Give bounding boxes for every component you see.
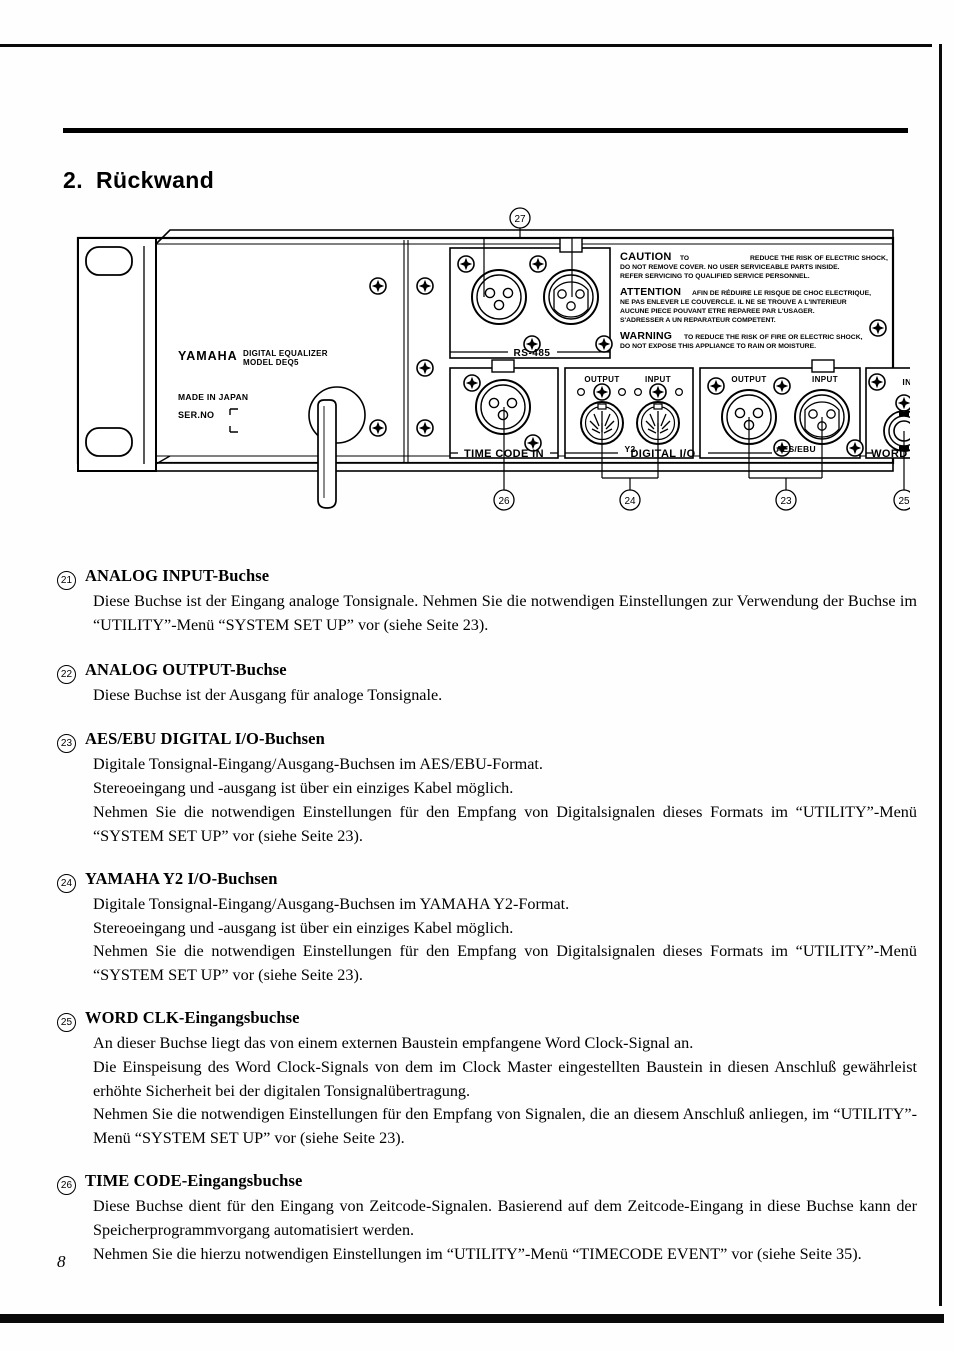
callout-badge: 23 bbox=[57, 734, 76, 754]
section-heading: 22 ANALOG OUTPUT-Buchse bbox=[57, 659, 917, 684]
section-analog-input: 21 ANALOG INPUT-Buchse Diese Buchse ist … bbox=[57, 566, 917, 638]
section-paragraph: Nehmen Sie die notwendigen Einstellungen… bbox=[93, 1105, 917, 1148]
section-heading: 23 AES/EBU DIGITAL I/O-Buchsen bbox=[57, 729, 917, 754]
section-time-code: 26 TIME CODE-Eingangsbuchse Diese Buchse… bbox=[57, 1171, 917, 1266]
section-paragraph: Diese Buchse ist der Eingang analoge Ton… bbox=[93, 592, 917, 634]
section-title: WORD CLK-Eingangsbuchse bbox=[85, 1007, 300, 1027]
y2-input-label: INPUT bbox=[645, 375, 671, 384]
section-paragraph: Diese Buchse dient für den Eingang von Z… bbox=[93, 1197, 917, 1239]
aes-output-label: OUTPUT bbox=[731, 375, 766, 384]
section-paragraph: Die Einspeisung des Word Clock-Signals v… bbox=[93, 1057, 917, 1100]
section-title: ANALOG OUTPUT-Buchse bbox=[85, 659, 287, 679]
y2-block: OUTPUT INPUT Y2 bbox=[564, 367, 694, 459]
callout-23-label: 23 bbox=[780, 496, 792, 507]
rear-panel-figure: YAMAHA DIGITAL EQUALIZER MODEL DEQ5 MADE… bbox=[60, 200, 910, 520]
made-in-text: MADE IN JAPAN bbox=[178, 392, 248, 402]
page-bottom-rule bbox=[0, 1314, 944, 1323]
page-title: 2. Rückwand bbox=[63, 167, 214, 194]
callout-badge: 26 bbox=[57, 1176, 76, 1195]
section-title: ANALOG INPUT-Buchse bbox=[85, 566, 270, 585]
digital-io-label: DIGITAL I/O bbox=[630, 448, 695, 460]
aes-input-label: INPUT bbox=[812, 375, 838, 384]
callout-25-label: 25 bbox=[898, 496, 910, 507]
section-body: An dieser Buchse liegt das von einem ext… bbox=[93, 1032, 917, 1151]
rs485-block: RS-485 bbox=[449, 237, 613, 359]
section-list: 21 ANALOG INPUT-Buchse Diese Buchse ist … bbox=[57, 566, 917, 1282]
section-paragraph: Diese Buchse ist der Ausgang für analoge… bbox=[93, 685, 443, 704]
section-yamaha-y2: 24 YAMAHA Y2 I/O-Buchsen Digitale Tonsig… bbox=[57, 869, 917, 988]
section-paragraph: Nehmen Sie die notwendigen Einstellungen… bbox=[93, 942, 917, 985]
section-paragraph: Digitale Tonsignal-Eingang/Ausgang-Buchs… bbox=[93, 894, 570, 913]
section-word-clk: 25 WORD CLK-Eingangsbuchse An dieser Buc… bbox=[57, 1008, 917, 1151]
warning-word: WARNING bbox=[620, 330, 672, 342]
manual-page: 2. Rückwand YAMAHA DIGITAL EQUALIZER MOD… bbox=[0, 0, 954, 1351]
section-body: Digitale Tonsignal-Eingang/Ausgang-Buchs… bbox=[93, 893, 917, 988]
attention-line-1: AFIN DE RÉDUIRE LE RISQUE DE CHOC ELECTR… bbox=[692, 288, 871, 297]
section-body: Diese Buchse dient für den Eingang von Z… bbox=[93, 1195, 917, 1266]
y2-output-label: OUTPUT bbox=[584, 375, 619, 384]
section-heading: 25 WORD CLK-Eingangsbuchse bbox=[57, 1007, 917, 1032]
section-body: Digitale Tonsignal-Eingang/Ausgang-Buchs… bbox=[93, 753, 917, 848]
section-paragraph: Stereoeingang und -ausgang ist über ein … bbox=[93, 779, 514, 798]
section-paragraph: Stereoeingang und -ausgang ist über ein … bbox=[93, 918, 514, 937]
product-line-1: DIGITAL EQUALIZER bbox=[243, 349, 328, 358]
callout-badge: 24 bbox=[57, 873, 76, 893]
section-paragraph: Digitale Tonsignal-Eingang/Ausgang-Buchs… bbox=[93, 755, 543, 774]
callout-27-label: 27 bbox=[514, 214, 526, 225]
page-top-rule bbox=[0, 44, 932, 47]
caution-line-2: DO NOT REMOVE COVER. NO USER SERVICEABLE… bbox=[620, 264, 840, 271]
callout-26-label: 26 bbox=[498, 496, 510, 507]
callout-badge: 21 bbox=[57, 571, 76, 590]
section-paragraph: Nehmen Sie die notwendigen Einstellungen… bbox=[93, 803, 917, 845]
callout-24-label: 24 bbox=[624, 496, 636, 507]
section-heading: 24 YAMAHA Y2 I/O-Buchsen bbox=[57, 868, 917, 893]
section-analog-output: 22 ANALOG OUTPUT-Buchse Diese Buchse ist… bbox=[57, 660, 917, 708]
warning-line-2: DO NOT EXPOSE THIS APPLIANCE TO RAIN OR … bbox=[620, 343, 816, 350]
section-aes-ebu: 23 AES/EBU DIGITAL I/O-Buchsen Digitale … bbox=[57, 729, 917, 848]
chapter-number: 2. bbox=[63, 167, 83, 194]
page-right-rule bbox=[939, 44, 942, 1306]
caution-line-1: REDUCE THE RISK OF ELECTRIC SHOCK, bbox=[750, 255, 888, 262]
section-paragraph: Nehmen Sie die hierzu notwendigen Einste… bbox=[93, 1244, 862, 1263]
rs485-label: RS-485 bbox=[514, 348, 551, 359]
aes-ebu-label: AES/EBU bbox=[776, 444, 816, 454]
brand-text: YAMAHA bbox=[178, 349, 238, 363]
chapter-title-text: Rückwand bbox=[95, 167, 215, 194]
section-title: TIME CODE-Eingangsbuchse bbox=[85, 1171, 303, 1190]
caution-line-3: REFER SERVICING TO QUALIFIED SERVICE PER… bbox=[620, 273, 810, 280]
heading-rule bbox=[63, 128, 908, 133]
attention-line-2: NE PAS ENLEVER LE COUVERCLE. IL NE SE TR… bbox=[620, 299, 847, 306]
section-heading: 26 TIME CODE-Eingangsbuchse bbox=[57, 1171, 917, 1195]
section-body: Diese Buchse ist der Ausgang für analoge… bbox=[93, 684, 917, 708]
attention-line-4: S'ADRESSER A UN REPARATEUR COMPETENT. bbox=[620, 317, 776, 324]
attention-word: ATTENTION bbox=[620, 286, 681, 298]
attention-line-3: AUCUNE PIECE POUVANT ETRE REPAREE PAR L'… bbox=[620, 308, 815, 315]
section-body: Diese Buchse ist der Eingang analoge Ton… bbox=[93, 590, 917, 638]
serial-label-text: SER.NO bbox=[178, 410, 214, 420]
section-title: YAMAHA Y2 I/O-Buchsen bbox=[85, 868, 278, 888]
callout-badge: 25 bbox=[57, 1012, 76, 1032]
section-heading: 21 ANALOG INPUT-Buchse bbox=[57, 566, 917, 590]
caution-to: TO bbox=[680, 255, 689, 262]
word-clk-in-label: IN bbox=[902, 377, 910, 387]
caution-word: CAUTION bbox=[620, 251, 672, 263]
callout-bubbles: 26 24 23 25 bbox=[493, 489, 910, 511]
section-title: AES/EBU DIGITAL I/O-Buchsen bbox=[85, 729, 325, 749]
callout-badge: 22 bbox=[57, 664, 76, 684]
product-line-2: MODEL DEQ5 bbox=[243, 358, 299, 367]
page-number: 8 bbox=[57, 1252, 66, 1271]
section-paragraph: An dieser Buchse liegt das von einem ext… bbox=[93, 1033, 694, 1052]
warning-line-1: TO REDUCE THE RISK OF FIRE OR ELECTRIC S… bbox=[684, 334, 863, 341]
